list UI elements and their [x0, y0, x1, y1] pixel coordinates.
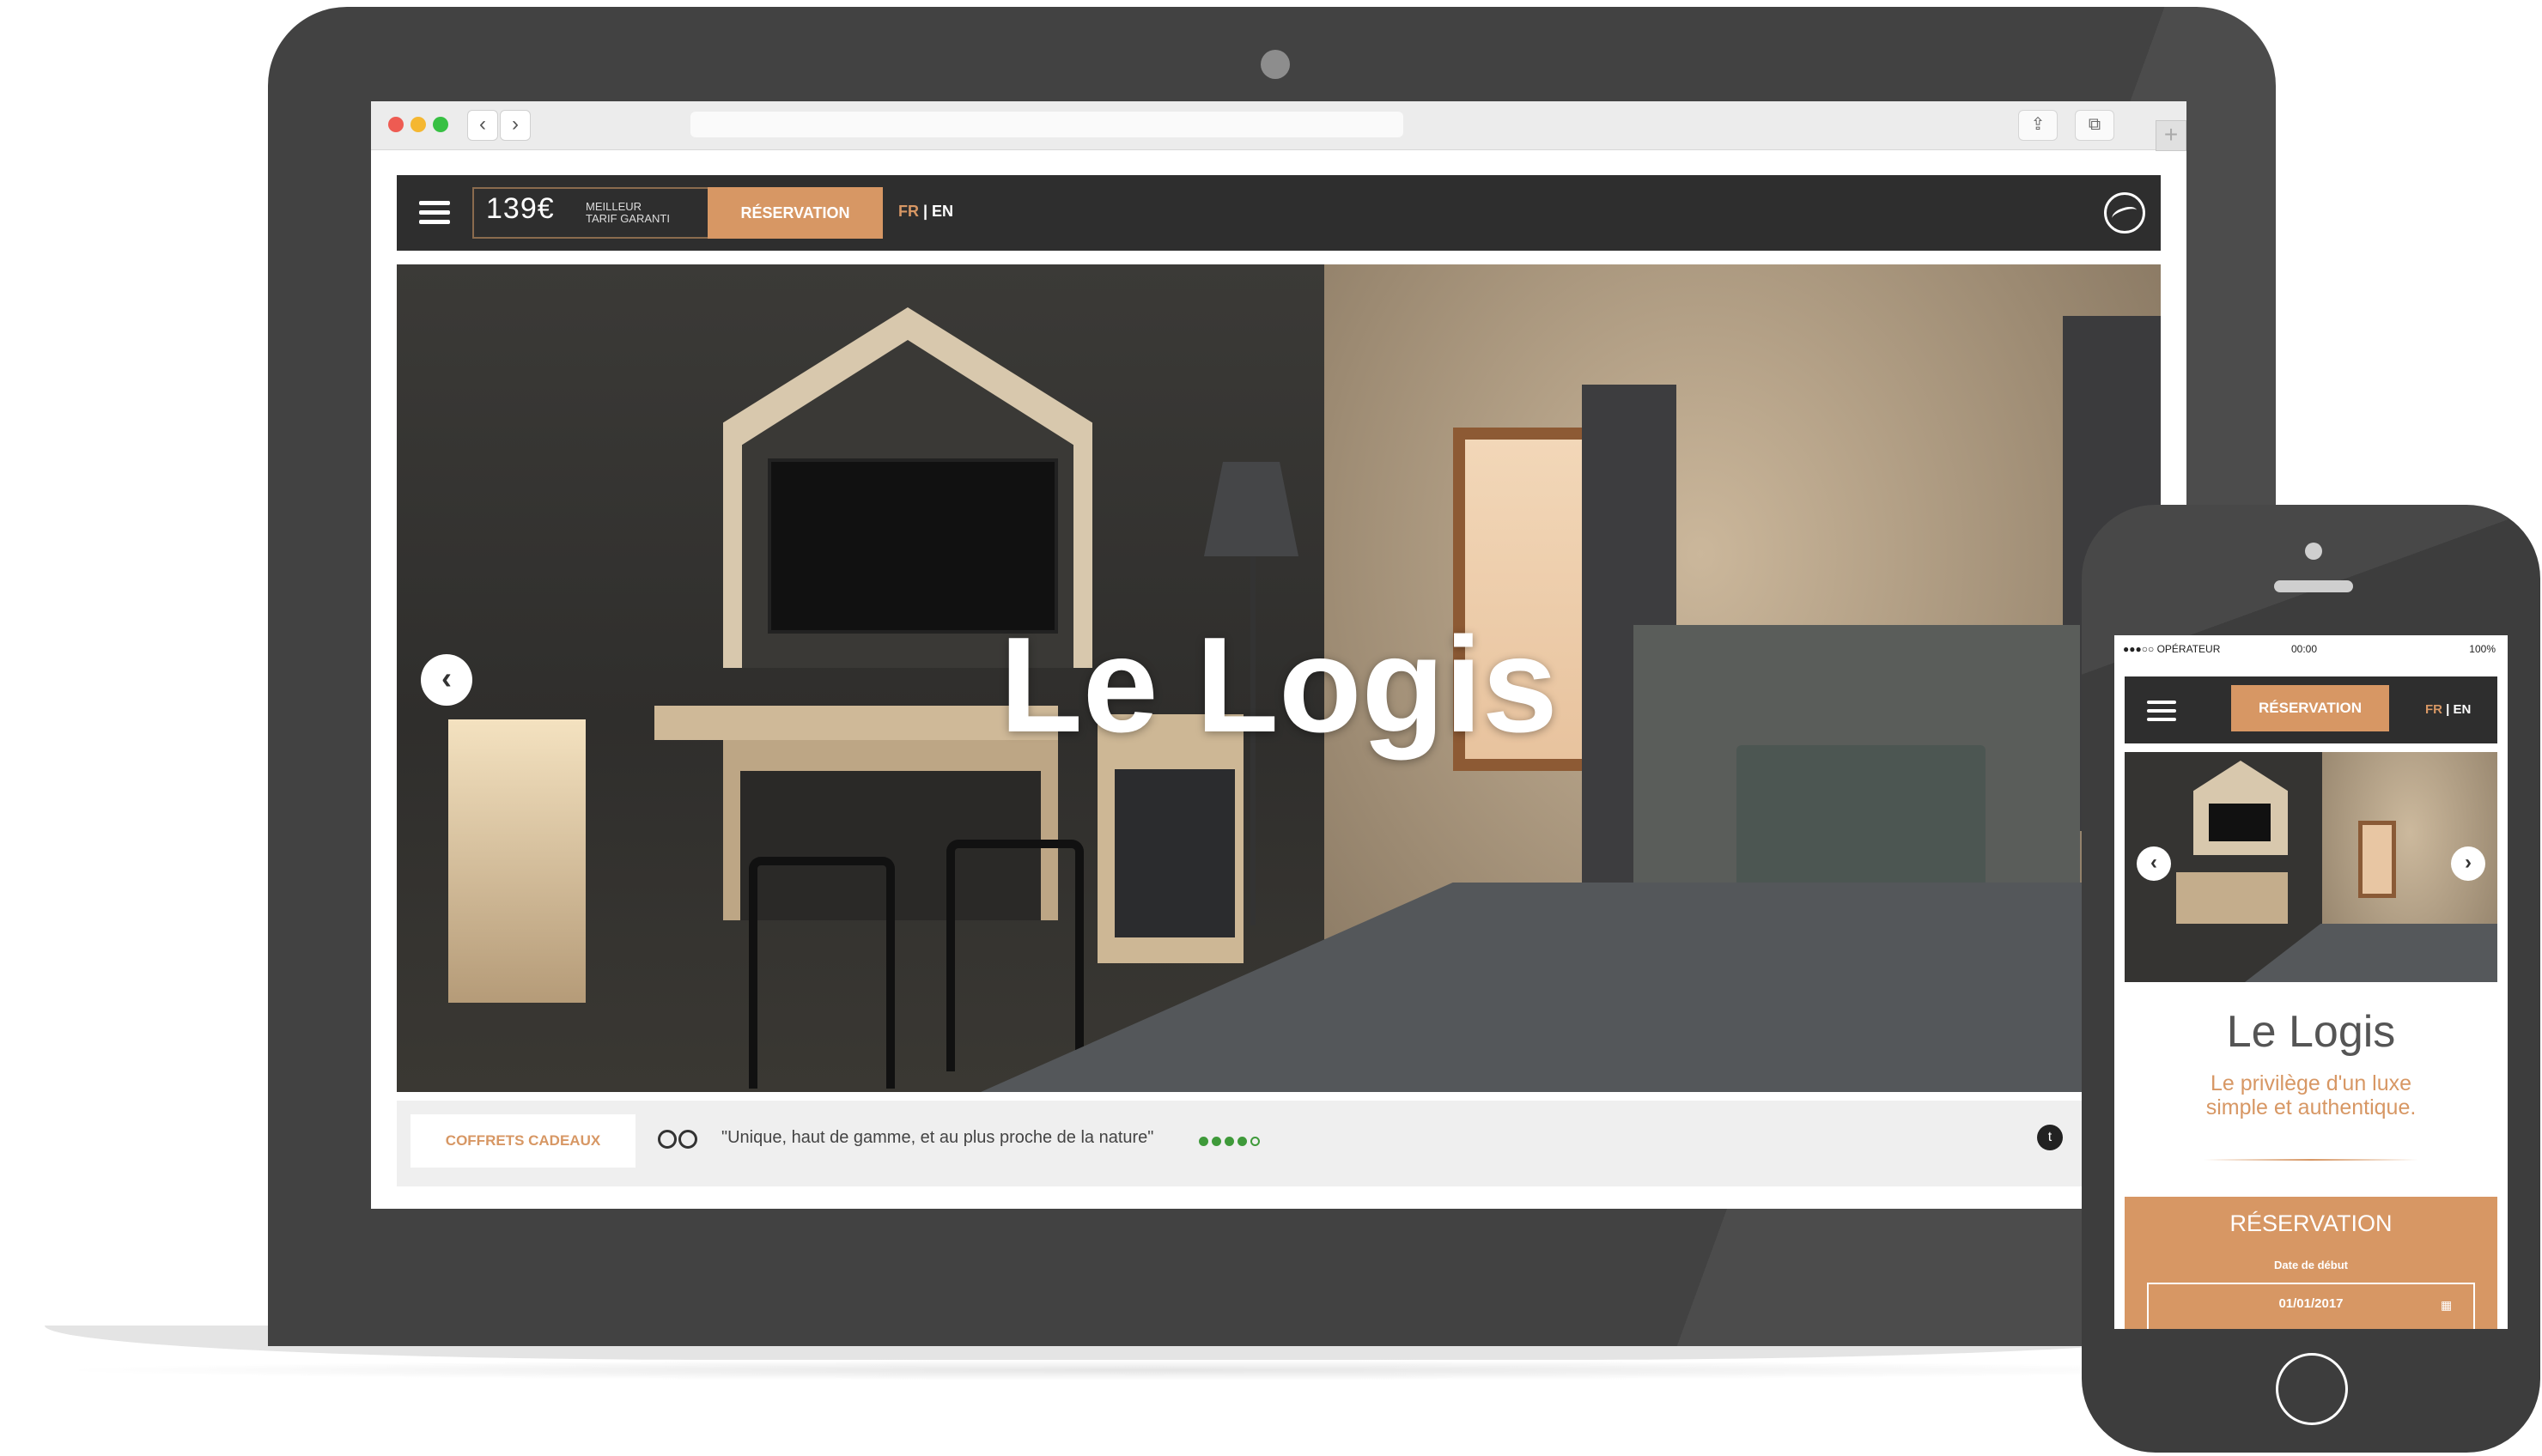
phone-camera: [2305, 543, 2322, 560]
battery-level: 100%: [2469, 643, 2496, 655]
stool: [946, 840, 1084, 1071]
rating-dot: [1199, 1137, 1208, 1146]
forward-button[interactable]: ›: [500, 110, 531, 141]
reservation-button[interactable]: RÉSERVATION: [708, 187, 883, 239]
minibar: [1115, 769, 1235, 937]
laptop-screen: ‹ › ⇪ ⧉ + 139€ MEILLEUR TARIF GARANTI RÉ…: [371, 101, 2186, 1209]
forward-icon: ›: [512, 112, 519, 136]
hero-title: Le Logis: [1000, 610, 1558, 761]
mobile-reservation-button[interactable]: RÉSERVATION: [2231, 685, 2389, 731]
booking-panel: RÉSERVATION Date de début 01/01/2017 ▦: [2125, 1197, 2497, 1329]
tabs-button[interactable]: ⧉: [2075, 110, 2114, 141]
mobile-header: RÉSERVATION FR | EN: [2125, 676, 2497, 743]
mobile-subtitle-line-2: simple et authentique.: [2205, 1095, 2417, 1119]
lang-separator: |: [919, 203, 933, 220]
address-bar[interactable]: [690, 112, 1403, 137]
gift-box-button[interactable]: COFFRETS CADEAUX: [410, 1114, 636, 1168]
close-window-button[interactable]: [388, 117, 404, 132]
booking-title: RÉSERVATION: [2229, 1210, 2393, 1236]
share-icon: ⇪: [2030, 115, 2046, 134]
chevron-left-icon: ‹: [441, 660, 452, 695]
tabs-icon: ⧉: [2088, 115, 2101, 134]
start-date-label: Date de début: [2274, 1259, 2348, 1271]
mobile-title: Le Logis: [2226, 1007, 2396, 1057]
stool: [749, 857, 895, 1089]
desk: [2176, 872, 2288, 924]
new-tab-button[interactable]: +: [2156, 120, 2186, 151]
menu-icon[interactable]: [2147, 701, 2176, 723]
chevron-left-icon: ‹: [2150, 851, 2157, 874]
divider: [2204, 1159, 2418, 1161]
window: [2358, 821, 2396, 898]
mobile-slider-next-button[interactable]: ›: [2451, 846, 2485, 881]
rating-dot: [1250, 1137, 1260, 1146]
bottom-bar: COFFRETS CADEAUX "Unique, haut de gamme,…: [397, 1101, 2161, 1186]
price-value: 139€: [486, 192, 555, 225]
review-quote: "Unique, haut de gamme, et au plus proch…: [721, 1128, 1154, 1147]
start-date-value: 01/01/2017: [2278, 1296, 2344, 1311]
plus-icon: +: [2163, 121, 2179, 148]
twitter-icon[interactable]: t: [2037, 1125, 2063, 1150]
zoom-window-button[interactable]: [433, 117, 448, 132]
home-button[interactable]: [2276, 1353, 2348, 1425]
start-date-field[interactable]: 01/01/2017 ▦: [2147, 1283, 2475, 1329]
television: [2209, 804, 2271, 841]
price-tagline-2: TARIF GARANTI: [586, 212, 670, 225]
laptop-camera: [1261, 50, 1290, 79]
leaf-logo-icon[interactable]: [2104, 192, 2145, 234]
phone-speaker: [2274, 580, 2353, 592]
lang-en-link[interactable]: EN: [2454, 702, 2472, 717]
back-icon: ‹: [479, 112, 486, 136]
menu-icon[interactable]: [419, 201, 450, 225]
status-bar: ●●●○○ OPÉRATEUR 00:00 100%: [2114, 635, 2508, 661]
lang-separator: |: [2442, 702, 2454, 717]
lang-fr-link[interactable]: FR: [2425, 702, 2442, 717]
mobile-subtitle-line-1: Le privilège d'un luxe: [2210, 1071, 2412, 1095]
back-button[interactable]: ‹: [467, 110, 498, 141]
language-switcher: FR | EN: [898, 203, 953, 221]
hero-slider: Le Logis ‹: [397, 264, 2161, 1092]
rating-dots: [1199, 1135, 1263, 1150]
phone-screen: ●●●○○ OPÉRATEUR 00:00 100% RÉSERVATION F…: [2114, 635, 2508, 1329]
rating-dot: [1225, 1137, 1234, 1146]
rating-dot: [1238, 1137, 1247, 1146]
lang-en-link[interactable]: EN: [932, 203, 953, 220]
lang-fr-link[interactable]: FR: [898, 203, 919, 220]
tripadvisor-icon[interactable]: [658, 1126, 702, 1152]
site-header: 139€ MEILLEUR TARIF GARANTI RÉSERVATION …: [397, 175, 2161, 251]
twitter-glyph: t: [2047, 1130, 2052, 1144]
mobile-hero-slider: ‹ ›: [2125, 752, 2497, 982]
share-button[interactable]: ⇪: [2018, 110, 2058, 141]
mobile-language-switcher: FR | EN: [2425, 702, 2471, 717]
calendar-icon[interactable]: ▦: [2441, 1298, 2452, 1313]
price-tagline-1: MEILLEUR: [586, 200, 642, 213]
mobile-slider-prev-button[interactable]: ‹: [2137, 846, 2171, 881]
rating-dot: [1212, 1137, 1221, 1146]
carrier-label: ●●●○○ OPÉRATEUR: [2123, 643, 2221, 655]
clock: 00:00: [2291, 643, 2318, 655]
slider-prev-button[interactable]: ‹: [421, 654, 472, 706]
laptop-shadow: [45, 1360, 2243, 1380]
browser-toolbar: ‹ › ⇪ ⧉ +: [371, 101, 2186, 151]
minimize-window-button[interactable]: [410, 117, 426, 132]
chevron-right-icon: ›: [2465, 851, 2472, 874]
